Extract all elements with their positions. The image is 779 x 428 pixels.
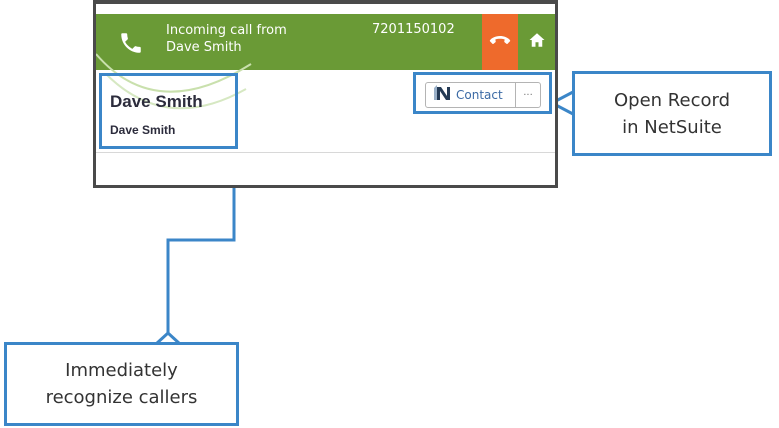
netsuite-logo-icon (432, 84, 452, 106)
contact-name: Dave Smith (110, 92, 203, 111)
caller-name: Dave Smith (166, 40, 242, 55)
call-widget: Incoming call from Dave Smith 7201150102… (93, 0, 558, 188)
phone-icon (118, 30, 144, 56)
callout-recognize-callers: Immediately recognize callers (4, 342, 239, 426)
hangup-icon (489, 33, 511, 52)
callout-open-record: Open Record in NetSuite (572, 71, 772, 156)
hangup-button[interactable] (482, 14, 518, 70)
incoming-call-bar: Incoming call from Dave Smith 7201150102 (96, 14, 555, 70)
home-icon (528, 31, 546, 53)
record-button-group: Contact ··· (425, 82, 541, 108)
open-contact-record-button[interactable]: Contact (426, 83, 516, 107)
more-options-button[interactable]: ··· (516, 83, 540, 107)
call-status-line: Incoming call from (166, 23, 287, 38)
caller-phone-number: 7201150102 (372, 22, 455, 37)
panel-divider (96, 152, 555, 153)
home-button[interactable] (522, 14, 552, 70)
incoming-call-text: Incoming call from Dave Smith (166, 22, 287, 56)
contact-subtitle: Dave Smith (110, 123, 176, 137)
contact-button-label: Contact (456, 88, 503, 102)
